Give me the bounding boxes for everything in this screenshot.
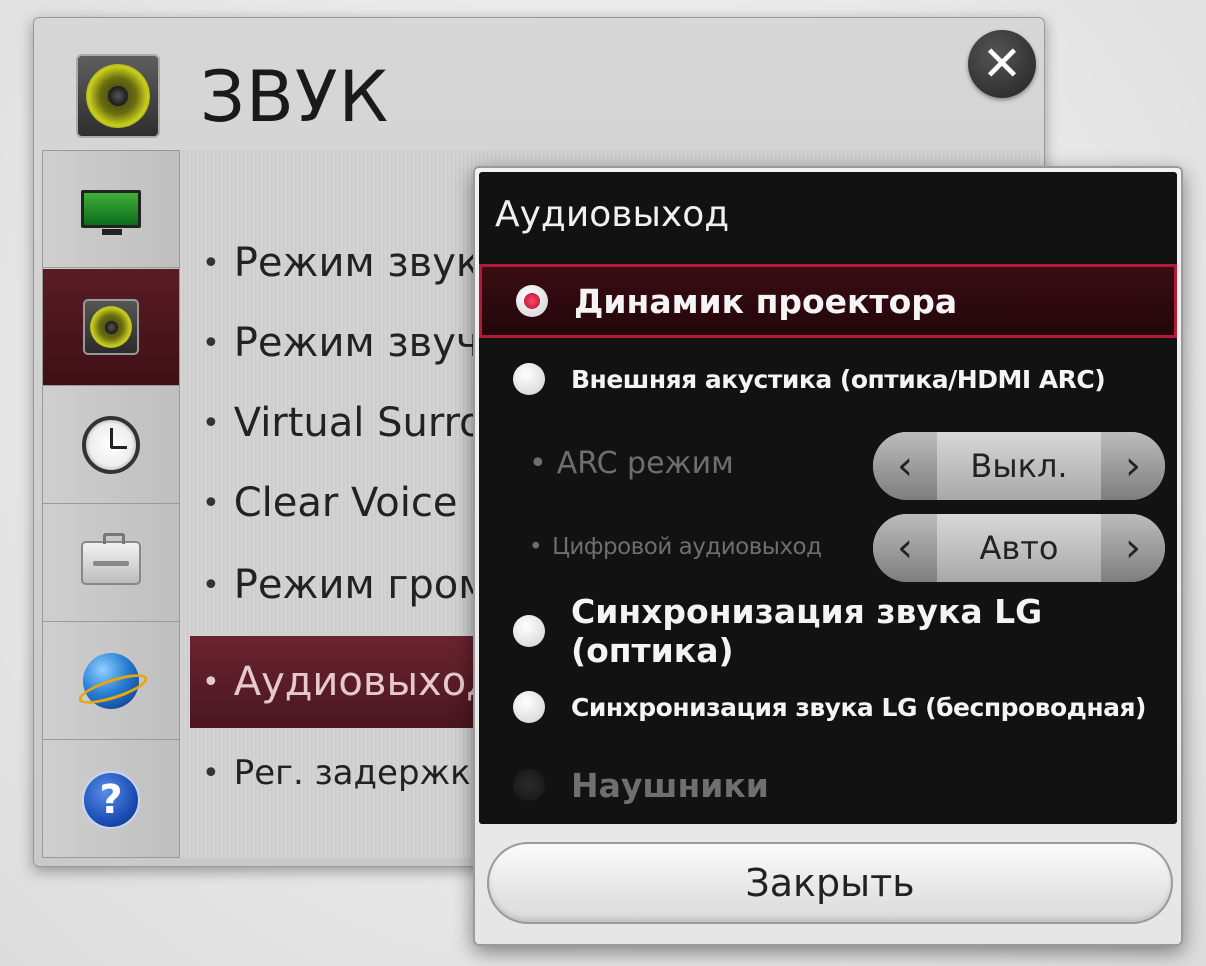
monitor-icon [81,190,141,235]
radio-icon [513,363,545,395]
radio-icon [513,691,545,723]
close-icon[interactable]: ✕ [968,30,1036,98]
option-lg-sound-sync-optical[interactable]: Синхронизация звука LG (оптика) [479,592,1177,670]
digital-output-row: • Цифровой аудиовыход ‹ Авто › [479,510,1177,584]
dialog-body: Аудиовыход Динамик проектора Внешняя аку… [479,172,1177,824]
close-button[interactable]: Закрыть [487,842,1173,924]
sidebar-item-time[interactable] [43,387,179,504]
digital-output-stepper[interactable]: ‹ Авто › [873,514,1165,582]
dialog-title: Аудиовыход [495,194,730,235]
radio-icon [513,615,545,647]
radio-disabled-icon [513,769,545,801]
sidebar: ? [42,150,180,858]
arc-mode-label: • ARC режим [529,446,734,481]
option-label: Наушники [571,765,769,805]
option-label: Синхронизация звука LG (оптика) [571,592,1043,670]
option-external-speaker[interactable]: Внешняя акустика (оптика/HDMI ARC) [479,342,1177,416]
chevron-left-icon[interactable]: ‹ [873,432,937,500]
toolbox-icon [81,533,141,585]
chevron-right-icon[interactable]: › [1101,432,1165,500]
option-label: Внешняя акустика (оптика/HDMI ARC) [571,364,1106,394]
speaker-icon [83,299,139,355]
option-lg-sound-sync-wireless[interactable]: Синхронизация звука LG (беспроводная) [479,670,1177,744]
arc-mode-value: Выкл. [937,432,1101,500]
option-headphones: Наушники [479,748,1177,822]
sidebar-item-network[interactable] [43,623,179,740]
arc-mode-row: • ARC режим ‹ Выкл. › [479,428,1177,502]
arc-mode-stepper[interactable]: ‹ Выкл. › [873,432,1165,500]
page-title: ЗВУК [200,56,390,138]
sidebar-item-picture[interactable] [43,151,179,268]
sidebar-item-sound[interactable] [43,269,179,386]
chevron-right-icon[interactable]: › [1101,514,1165,582]
option-label: Динамик проектора [574,281,958,321]
sidebar-item-settings[interactable] [43,505,179,622]
speaker-icon [76,54,160,138]
chevron-left-icon[interactable]: ‹ [873,514,937,582]
audio-output-dialog: Аудиовыход Динамик проектора Внешняя аку… [473,166,1183,946]
help-icon: ? [82,770,140,829]
radio-selected-icon [516,285,548,317]
sidebar-item-support[interactable]: ? [43,741,179,858]
option-projector-speaker[interactable]: Динамик проектора [479,264,1177,338]
option-label: Синхронизация звука LG (беспроводная) [571,692,1146,722]
clock-icon [82,416,140,474]
digital-output-label: • Цифровой аудиовыход [529,534,822,560]
globe-icon [83,653,139,709]
panel-header: ЗВУК ✕ [34,18,1044,146]
digital-output-value: Авто [937,514,1101,582]
